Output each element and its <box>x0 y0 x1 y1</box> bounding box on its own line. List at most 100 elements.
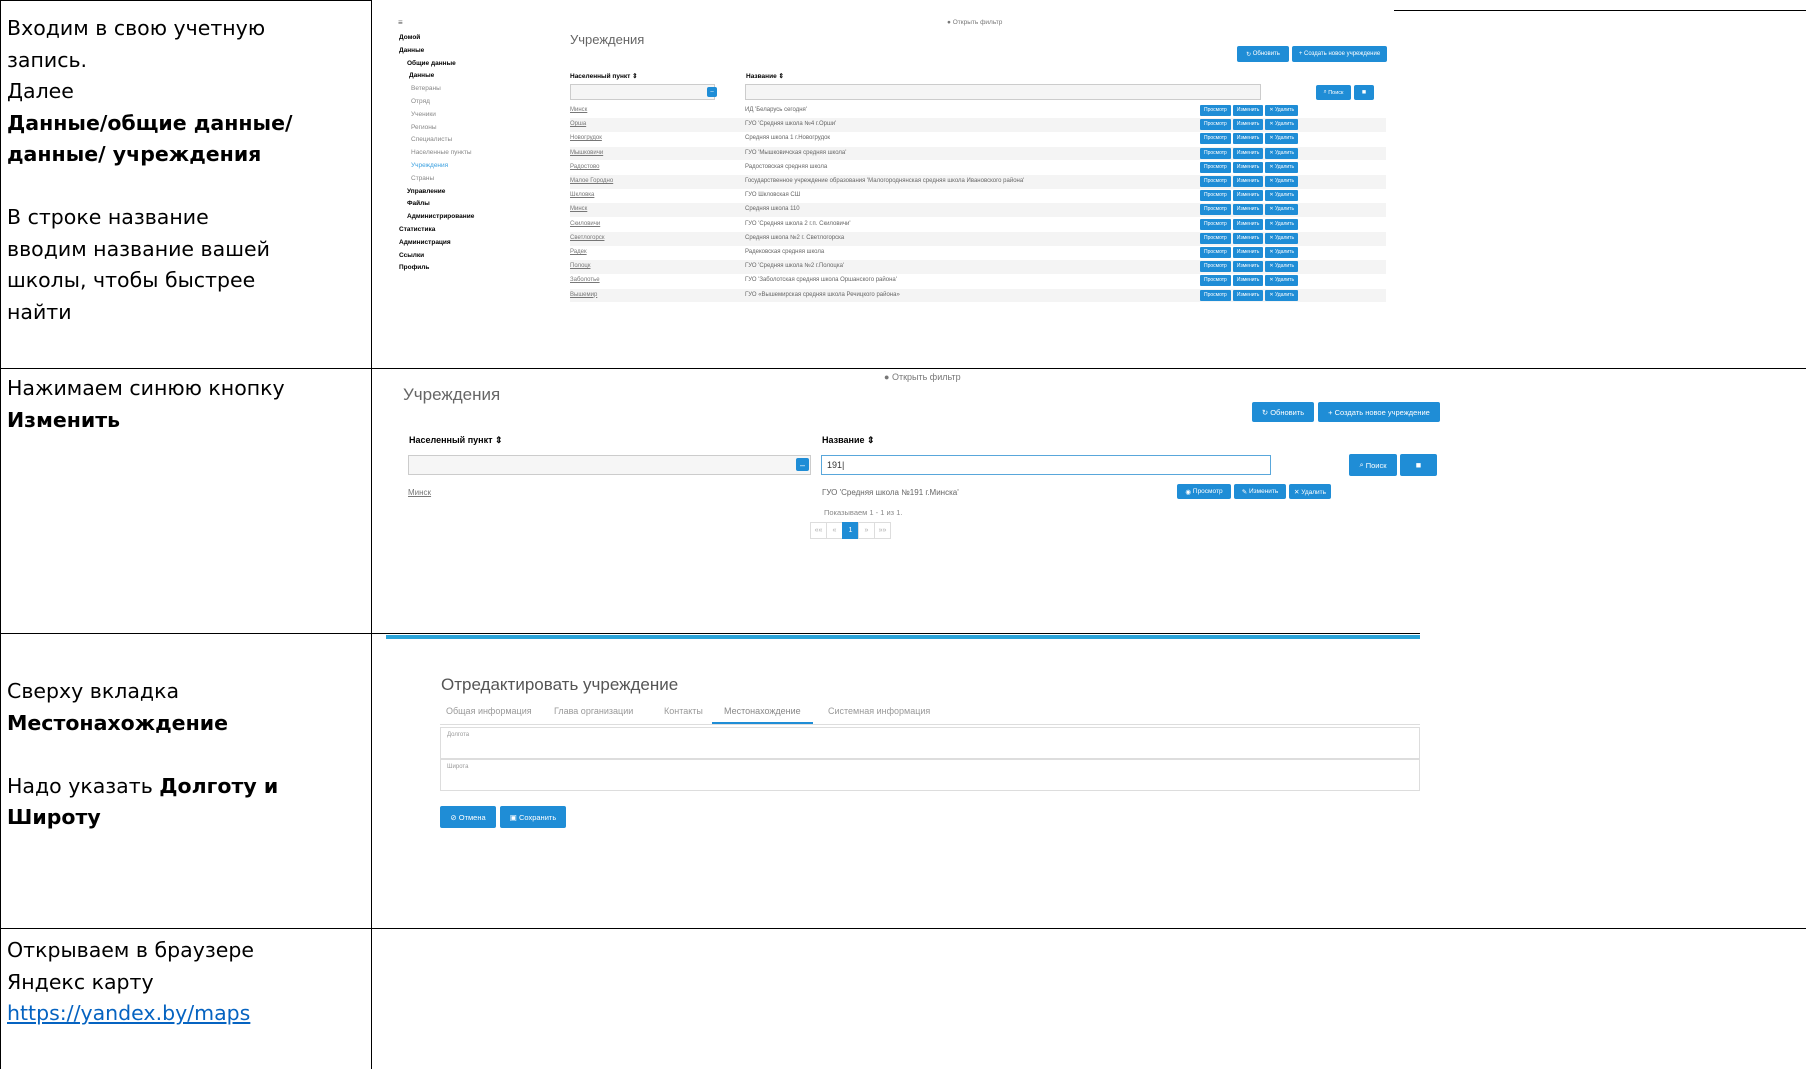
edit-button[interactable]: Изменить <box>1232 133 1264 145</box>
edit-button[interactable]: Изменить <box>1232 176 1264 187</box>
edit-button[interactable]: Изменить <box>1232 275 1264 287</box>
sidebar-item[interactable]: Ветераны <box>399 83 474 96</box>
open-filter-link[interactable]: ● Открыть фильтр <box>884 372 961 382</box>
menu-icon[interactable]: ≡ <box>398 18 403 27</box>
row-city-link[interactable]: Заболотье <box>570 277 600 283</box>
create-institution-button[interactable]: + Создать новое учреждение <box>1318 402 1440 422</box>
delete-button[interactable]: ✕ Удалить <box>1265 289 1299 301</box>
sidebar-item[interactable]: Управление <box>399 186 474 199</box>
sidebar-item[interactable]: Администрация <box>399 237 474 250</box>
name-filter-input[interactable]: 191| <box>821 455 1271 475</box>
edit-button[interactable]: Изменить <box>1232 232 1264 244</box>
row-city-link[interactable]: Полоцк <box>570 263 590 269</box>
city-filter-select[interactable] <box>570 84 715 100</box>
row-city-link[interactable]: Минск <box>408 488 431 497</box>
view-button[interactable]: Просмотр <box>1200 190 1231 202</box>
view-button[interactable]: Просмотр <box>1200 147 1231 159</box>
create-institution-button[interactable]: + Создать новое учреждение <box>1292 46 1387 62</box>
pagination-item[interactable]: 1 <box>842 522 859 539</box>
latitude-field[interactable]: Широта <box>440 759 1420 791</box>
view-button[interactable]: Просмотр <box>1200 204 1231 216</box>
sidebar-item[interactable]: Отряд <box>399 96 474 109</box>
edit-button[interactable]: Изменить <box>1232 119 1264 131</box>
view-button[interactable]: Просмотр <box>1200 105 1231 116</box>
sidebar-item[interactable]: Общие данные <box>399 58 474 71</box>
view-button[interactable]: Просмотр <box>1200 247 1231 258</box>
delete-button[interactable]: ✕ Удалить <box>1265 232 1299 244</box>
sidebar-item[interactable]: Страны <box>399 173 474 186</box>
delete-button[interactable]: ✕ Удалить <box>1265 147 1299 159</box>
city-filter-select[interactable] <box>408 455 811 475</box>
tab-1[interactable]: Глава организации <box>554 706 633 716</box>
sidebar-item[interactable]: Файлы <box>399 198 474 211</box>
clear-filter-button[interactable]: ■ <box>1354 85 1374 100</box>
search-button[interactable]: ⌕ Поиск <box>1316 85 1351 100</box>
edit-button[interactable]: Изменить <box>1232 105 1264 116</box>
sidebar-item[interactable]: Ученики <box>399 109 474 122</box>
column-header-city[interactable]: Населенный пункт ⇕ <box>570 72 638 80</box>
sidebar-item[interactable]: Данные <box>399 70 474 83</box>
search-button[interactable]: ⌕ Поиск <box>1349 454 1397 476</box>
sidebar-item[interactable]: Данные <box>399 45 474 58</box>
delete-button[interactable]: ✕ Удалить <box>1265 261 1299 273</box>
row-city-link[interactable]: Радостово <box>570 164 599 170</box>
row-city-link[interactable]: Минск <box>570 206 587 212</box>
row-city-link[interactable]: Шкловка <box>570 192 594 198</box>
delete-button[interactable]: ✕ Удалить <box>1265 247 1299 258</box>
delete-button[interactable]: ✕ Удалить <box>1265 204 1299 216</box>
sidebar-item[interactable]: Специалисты <box>399 134 474 147</box>
delete-button[interactable]: ✕ Удалить <box>1265 161 1299 173</box>
edit-button[interactable]: Изменить <box>1232 289 1264 301</box>
row-city-link[interactable]: Минск <box>570 107 587 113</box>
row-city-link[interactable]: Светлогорск <box>570 235 604 241</box>
pagination-item[interactable]: «« <box>810 522 827 539</box>
column-header-name[interactable]: Название ⇕ <box>822 435 875 446</box>
row-city-link[interactable]: Оршa <box>570 121 586 127</box>
view-button[interactable]: Просмотр <box>1200 218 1231 230</box>
edit-button[interactable]: Изменить <box>1232 204 1264 216</box>
edit-button[interactable]: Изменить <box>1232 218 1264 230</box>
sidebar-item[interactable]: Учреждения <box>399 160 474 173</box>
row-city-link[interactable]: Новогрудок <box>570 135 602 141</box>
sidebar-item[interactable]: Населенные пункты <box>399 147 474 160</box>
edit-button[interactable]: ✎ Изменить <box>1234 484 1286 499</box>
view-button[interactable]: Просмотр <box>1200 133 1231 145</box>
view-button[interactable]: Просмотр <box>1200 261 1231 273</box>
row-city-link[interactable]: Радек <box>570 249 587 255</box>
delete-button[interactable]: ✕ Удалить <box>1289 484 1331 499</box>
sidebar-item[interactable]: Статистика <box>399 224 474 237</box>
edit-button[interactable]: Изменить <box>1232 247 1264 258</box>
tab-4[interactable]: Системная информация <box>828 706 930 716</box>
city-filter-clear-button[interactable]: – <box>707 87 717 97</box>
edit-button[interactable]: Изменить <box>1232 190 1264 202</box>
view-button[interactable]: Просмотр <box>1200 176 1231 187</box>
column-header-city[interactable]: Населенный пункт ⇕ <box>409 435 503 446</box>
sidebar-item[interactable]: Регионы <box>399 122 474 135</box>
pagination-item[interactable]: »» <box>874 522 891 539</box>
sidebar-item[interactable]: Профиль <box>399 262 474 275</box>
delete-button[interactable]: ✕ Удалить <box>1265 218 1299 230</box>
row-city-link[interactable]: Вышемир <box>570 292 597 298</box>
row-city-link[interactable]: Малое Городно <box>570 178 613 184</box>
view-button[interactable]: Просмотр <box>1200 275 1231 287</box>
tab-3[interactable]: Местонахождение <box>712 706 813 724</box>
tab-2[interactable]: Контакты <box>664 706 703 716</box>
delete-button[interactable]: ✕ Удалить <box>1265 105 1299 116</box>
cancel-button[interactable]: ⊘ Отмена <box>440 806 496 828</box>
sidebar-item[interactable]: Домой <box>399 32 474 45</box>
view-button[interactable]: Просмотр <box>1200 161 1231 173</box>
tab-0[interactable]: Общая информация <box>446 706 532 716</box>
name-filter-input[interactable] <box>745 84 1261 100</box>
yandex-maps-link[interactable]: https://yandex.by/maps <box>7 1001 250 1025</box>
column-header-name[interactable]: Название ⇕ <box>746 72 784 80</box>
view-button[interactable]: Просмотр <box>1200 119 1231 131</box>
view-button[interactable]: Просмотр <box>1200 289 1231 301</box>
pagination-item[interactable]: » <box>858 522 875 539</box>
save-button[interactable]: ▣ Сохранить <box>500 806 566 828</box>
sidebar-item[interactable]: Ссылки <box>399 250 474 263</box>
edit-button[interactable]: Изменить <box>1232 161 1264 173</box>
sidebar-item[interactable]: Администрирование <box>399 211 474 224</box>
delete-button[interactable]: ✕ Удалить <box>1265 119 1299 131</box>
row-city-link[interactable]: Скиловичи <box>570 221 600 227</box>
open-filter-link[interactable]: ● Открыть фильтр <box>947 19 1002 26</box>
